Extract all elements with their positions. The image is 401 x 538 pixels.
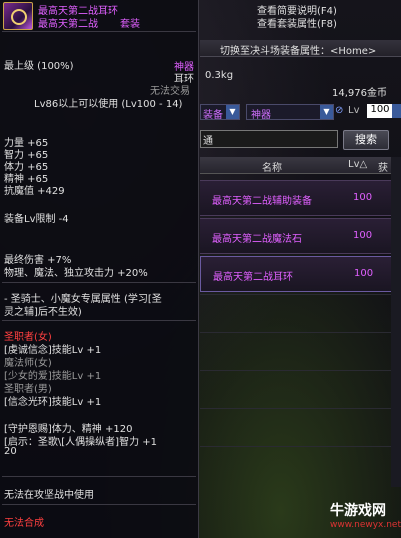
results-header: 名称 Lv△ 获 — [200, 157, 401, 174]
results-scrollbar[interactable] — [391, 157, 401, 487]
col-obtain[interactable]: 获 — [378, 159, 388, 174]
tooltip-header: 最高天第二战耳环 最高天第二战 套装 — [0, 0, 198, 30]
list-item[interactable]: 最高天第二战耳环 100 — [200, 256, 401, 292]
grade-dropdown[interactable]: 神器 ▼ — [246, 104, 334, 121]
set-label: 套装 — [120, 19, 140, 30]
list-item[interactable]: 最高天第二战魔法石 100 — [200, 218, 401, 254]
col-name[interactable]: 名称 — [262, 159, 282, 174]
stat-line: 抗魔值 +429 — [4, 186, 65, 197]
divider — [2, 476, 196, 477]
siege-warning: 无法在攻坚战中使用 — [4, 490, 94, 501]
arena-equipment-toggle[interactable]: 切换至决斗场装备属性：<Home> — [200, 40, 401, 57]
divider — [2, 320, 196, 321]
level-input[interactable]: 100 — [367, 104, 393, 118]
level-icon: ⊘ — [335, 105, 344, 116]
level-spin-icon[interactable] — [392, 104, 401, 118]
view-set-attributes-link[interactable]: 查看套装属性(F8) — [257, 15, 337, 30]
no-fusion: 无法合成 — [4, 518, 44, 529]
watermark-url: www.newyx.net — [330, 520, 401, 530]
list-item[interactable]: 最高天第二战辅助装备 100 — [200, 180, 401, 216]
list-item[interactable] — [200, 446, 401, 481]
earring-icon — [3, 2, 33, 30]
gold-amount: 14,976金币 — [332, 88, 387, 99]
set-name: 最高天第二战 — [38, 19, 98, 30]
level-label: 最上级 (100%) — [4, 61, 74, 72]
equip-level-limit: 装备Lv限制 -4 — [4, 214, 69, 225]
buff-line-2: [启示：圣歌\[人偶操纵者]智力 +1 — [4, 437, 157, 448]
list-item[interactable] — [200, 332, 401, 367]
col-lv[interactable]: Lv△ — [348, 159, 367, 170]
weight-label: 0.3kg — [205, 70, 234, 81]
exclusive-line-2: 灵之辅]后不生效) — [4, 307, 82, 318]
watermark-logo: 牛游戏网 — [330, 503, 386, 519]
chevron-down-icon: ▼ — [320, 105, 333, 119]
divider — [2, 282, 196, 283]
attack-power: 物理、魔法、独立攻击力 +20% — [4, 268, 148, 279]
lv-label: Lv — [348, 105, 360, 116]
search-button[interactable]: 搜索 — [343, 130, 389, 150]
chevron-down-icon: ▼ — [226, 105, 239, 119]
category-dropdown[interactable]: 装备 ▼ — [200, 104, 240, 121]
skill-line: [信念光环]技能Lv +1 — [4, 397, 102, 408]
divider — [2, 31, 196, 32]
level-req-label: Lv86以上可以使用 (Lv100 - 14) — [34, 99, 183, 110]
arena-toggle-label: 切换至决斗场装备属性：<Home> — [220, 46, 377, 57]
search-input[interactable]: 通 — [200, 130, 338, 148]
list-item[interactable] — [200, 408, 401, 443]
list-item[interactable] — [200, 370, 401, 405]
divider — [2, 504, 196, 505]
list-item[interactable] — [200, 294, 401, 329]
buff-line-3: 20 — [4, 446, 17, 457]
